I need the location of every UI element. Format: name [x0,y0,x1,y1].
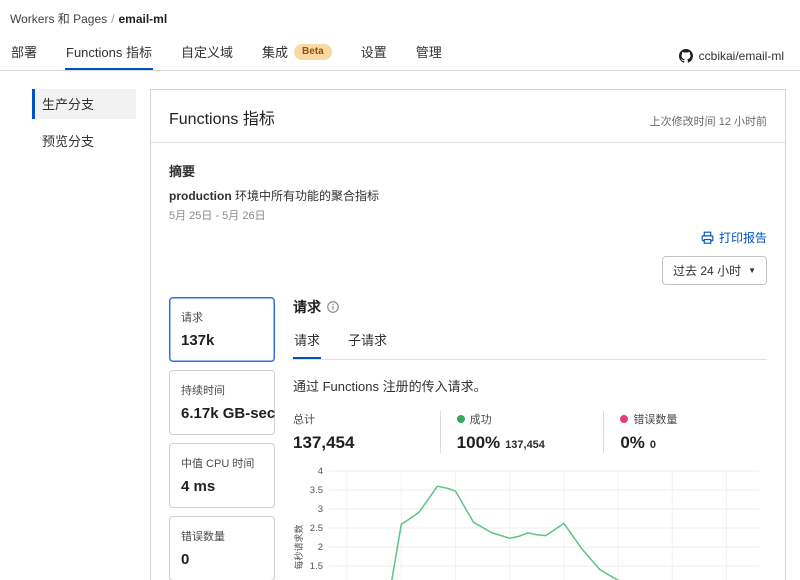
stat-success: 成功 100% 137,454 [440,411,604,453]
subtab-subrequests[interactable]: 子请求 [347,326,388,359]
chevron-down-icon: ▼ [748,266,756,275]
metrics-card-header: Functions 指标 上次修改时间 12 小时前 [151,90,785,143]
requests-line-chart: 00.511.522.533.5409:0012:0015:0018:0021:… [293,463,767,580]
breadcrumb-separator: / [111,12,114,26]
svg-text:2.5: 2.5 [310,523,323,534]
time-range-dropdown[interactable]: 过去 24 小时 ▼ [662,256,767,285]
svg-text:1.5: 1.5 [310,561,323,572]
breadcrumb: Workers 和 Pages / email-ml [10,10,784,27]
main-nav: 部署 Functions 指标 自定义域 集成Beta 设置 管理 ccbika… [0,36,800,71]
breadcrumb-root[interactable]: Workers 和 Pages [10,12,107,26]
printer-icon [701,231,714,244]
stat-errors: 错误数量 0% 0 [603,411,767,453]
page-title: Functions 指标 [169,105,275,129]
subtab-requests[interactable]: 请求 [293,326,321,359]
metric-card-requests[interactable]: 请求 137k [169,297,275,362]
beta-badge: Beta [294,44,332,60]
tab-manage[interactable]: 管理 [415,36,443,70]
svg-text:4: 4 [318,466,323,477]
repo-name: ccbikai/email-ml [699,49,784,63]
print-report-link[interactable]: 打印报告 [701,229,767,246]
stat-total: 总计 137,454 [293,411,440,453]
error-dot-icon [620,415,628,423]
info-icon[interactable] [327,301,339,313]
stats-row: 总计 137,454 成功 100% 137,454 [293,411,767,453]
success-dot-icon [457,415,465,423]
metric-card-errors[interactable]: 错误数量 0 [169,516,275,580]
summary-heading: 摘要 [169,161,767,180]
requests-panel: 请求 请求 子请求 通过 Functions 注册的传入请求。 总计 13 [293,297,767,580]
metric-card-duration[interactable]: 持续时间 6.17k GB-sec [169,370,275,435]
sidebar-item-production-branch[interactable]: 生产分支 [32,89,136,119]
top-bar: Workers 和 Pages / email-ml [0,0,800,27]
last-modified-text: 上次修改时间 12 小时前 [650,113,767,129]
chart-canvas[interactable]: 00.511.522.533.5409:0012:0015:0018:0021:… [293,463,765,580]
metric-cards-column: 请求 137k 持续时间 6.17k GB-sec 中值 CPU 时间 4 ms… [169,297,275,580]
svg-text:3.5: 3.5 [310,485,323,496]
page-content: 生产分支 预览分支 Functions 指标 上次修改时间 12 小时前 摘要 … [0,71,800,580]
requests-panel-title: 请求 [293,297,321,317]
requests-subtabs: 请求 子请求 [293,326,767,360]
date-range-text: 5月 25日 - 5月 26日 [169,207,767,223]
svg-text:每秒请求数: 每秒请求数 [293,524,304,569]
tab-integrations[interactable]: 集成Beta [261,36,333,70]
metric-card-median-cpu[interactable]: 中值 CPU 时间 4 ms [169,443,275,508]
svg-text:2: 2 [318,542,323,553]
metrics-card-body: 摘要 production 环境中所有功能的聚合指标 5月 25日 - 5月 2… [151,143,785,580]
summary-description: production 环境中所有功能的聚合指标 [169,187,767,204]
metrics-card: Functions 指标 上次修改时间 12 小时前 摘要 production… [150,89,786,580]
branch-sidebar: 生产分支 预览分支 [32,89,136,163]
github-icon [679,49,693,63]
svg-text:3: 3 [318,504,323,515]
tab-settings[interactable]: 设置 [360,36,388,70]
tab-custom-domains[interactable]: 自定义域 [180,36,234,70]
github-repo-link[interactable]: ccbikai/email-ml [679,49,784,70]
tab-deployments[interactable]: 部署 [10,36,38,70]
sidebar-item-preview-branch[interactable]: 预览分支 [32,126,136,156]
environment-name: production [169,189,232,203]
requests-description: 通过 Functions 注册的传入请求。 [293,376,767,395]
tab-functions-metrics[interactable]: Functions 指标 [65,36,153,70]
breadcrumb-current: email-ml [119,12,168,26]
